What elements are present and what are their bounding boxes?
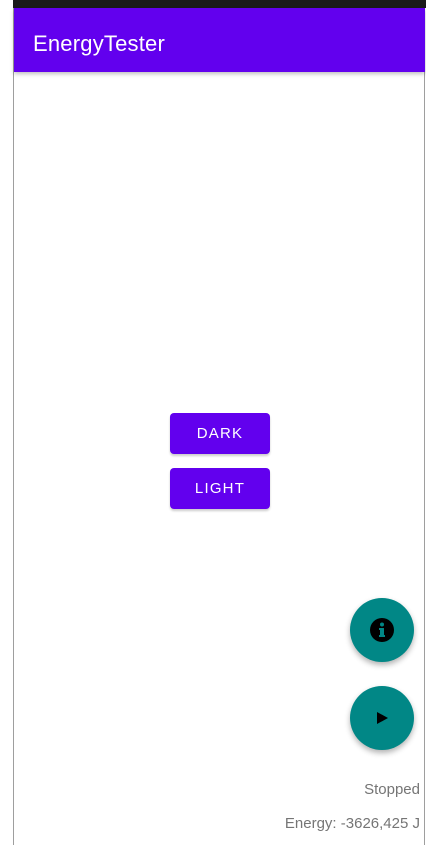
run-status-text: Stopped — [364, 781, 420, 798]
app-bar: EnergyTester — [14, 8, 425, 72]
app-screen: EnergyTester DARK LIGHT Stopped Energy: … — [0, 0, 426, 845]
left-edge — [0, 0, 14, 845]
status-bar — [13, 0, 426, 8]
info-icon — [369, 617, 395, 643]
energy-readout: Energy: -3626,425 J — [284, 815, 420, 832]
dark-button[interactable]: DARK — [170, 413, 270, 454]
play-button[interactable] — [350, 686, 414, 750]
right-edge — [424, 0, 425, 845]
app-title: EnergyTester — [33, 31, 166, 56]
play-icon — [372, 708, 392, 728]
light-button[interactable]: LIGHT — [170, 468, 270, 509]
info-button[interactable] — [350, 598, 414, 662]
